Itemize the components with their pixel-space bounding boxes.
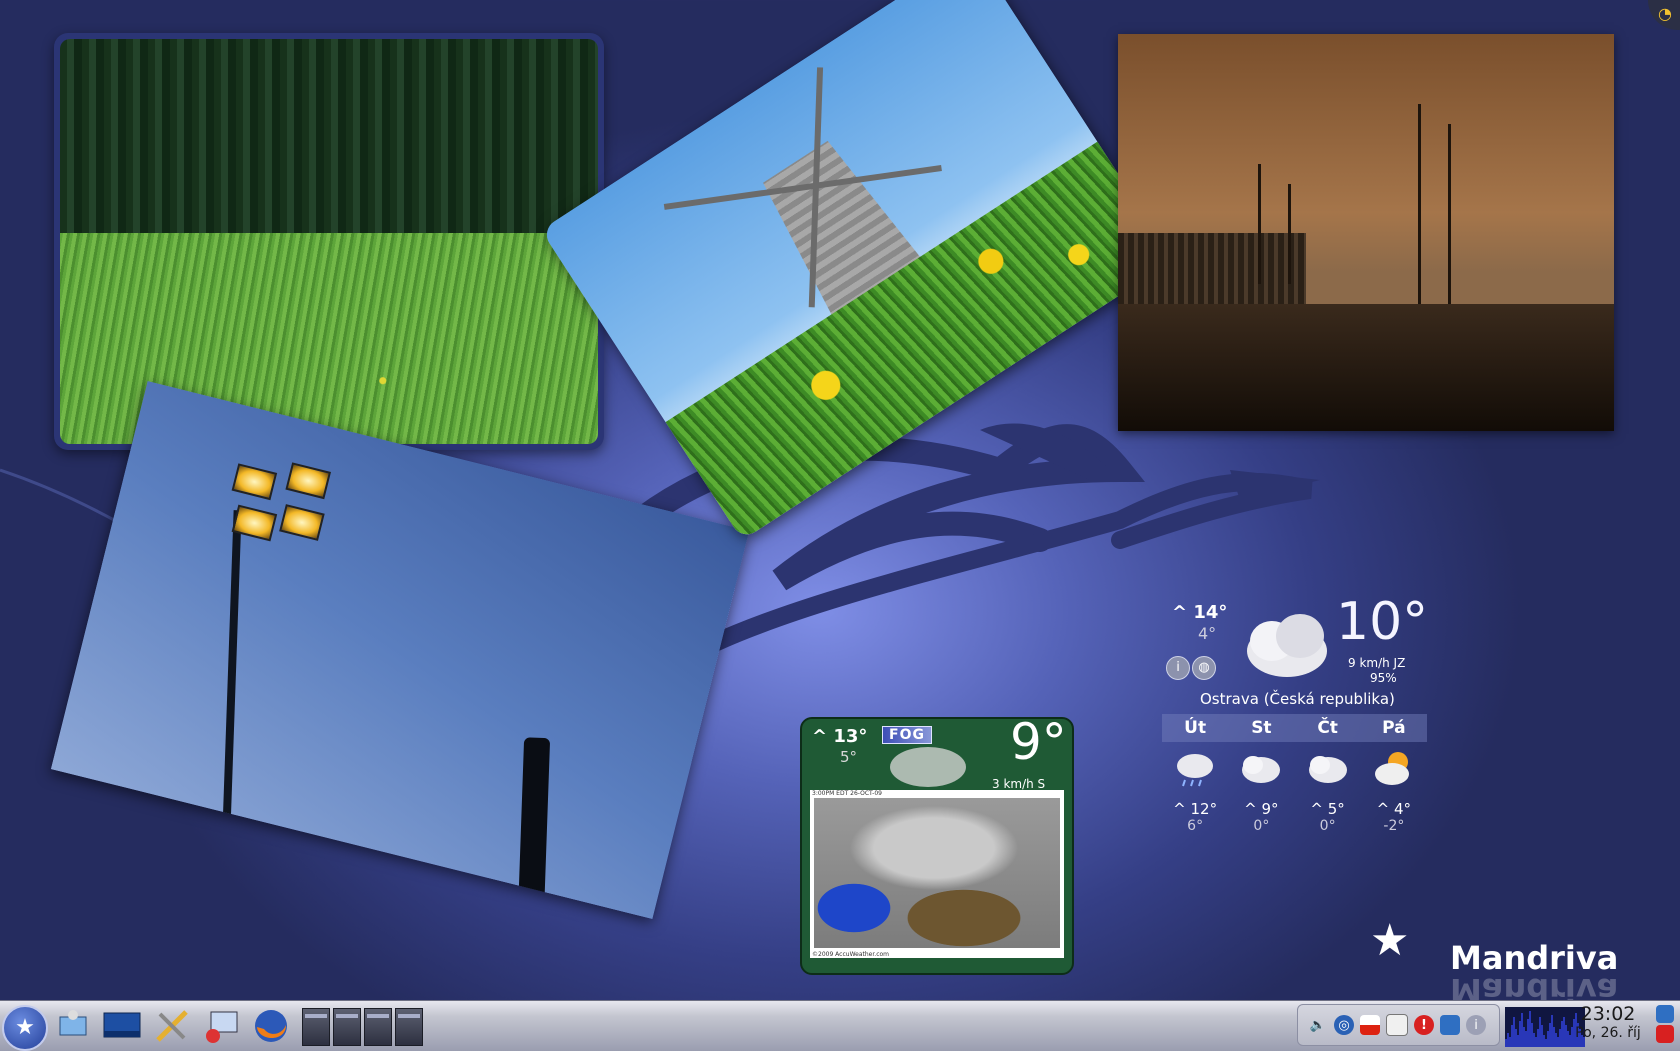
forecast-column: ^ 9° 0° xyxy=(1228,748,1294,834)
forecast-day: Čt xyxy=(1317,718,1338,738)
map-timestamp: 3:00PM EDT 26-OCT-09 xyxy=(812,790,882,797)
harbor-building xyxy=(1118,232,1307,304)
desktop-icon[interactable] xyxy=(101,1005,143,1047)
clock-date: Po, 26. říj xyxy=(1575,1025,1641,1041)
crane xyxy=(1258,164,1261,284)
forecast-low: 0° xyxy=(1319,818,1336,834)
accuweather-widget[interactable]: ^ 13° 5° FOG 9° 3 km/h S 3:00PM EDT 26-O… xyxy=(800,717,1074,975)
clipboard-icon[interactable] xyxy=(1386,1014,1408,1036)
desktop-1[interactable] xyxy=(302,1008,330,1046)
forecast-high: ^ 9° xyxy=(1244,800,1279,818)
cloud-icon xyxy=(1247,614,1327,677)
forecast-high: ^ 4° xyxy=(1376,800,1412,818)
network-monitor-icon[interactable] xyxy=(1440,1015,1460,1035)
info-icon[interactable]: i xyxy=(1166,656,1190,680)
meadow-photo-frame[interactable] xyxy=(54,33,604,450)
crane xyxy=(1288,184,1291,284)
globe-icon[interactable]: ◍ xyxy=(1192,656,1216,680)
harbor-ship-photo[interactable] xyxy=(1118,34,1614,431)
forecast-column: ^ 5° 0° xyxy=(1295,748,1361,834)
forecast-low: 5° xyxy=(840,748,858,766)
desktop-3[interactable] xyxy=(364,1008,392,1046)
sun-cloud-icon xyxy=(1374,752,1409,785)
wind-speed: 9 km/h JZ xyxy=(1348,656,1406,670)
forecast-low: -2° xyxy=(1383,818,1405,834)
satellite-map[interactable]: 3:00PM EDT 26-OCT-09 ©2009 AccuWeather.c… xyxy=(810,790,1064,958)
show-desktop-icon[interactable] xyxy=(1656,1005,1674,1023)
map-credit: ©2009 AccuWeather.com xyxy=(812,951,890,958)
control-center-icon[interactable] xyxy=(200,1005,242,1047)
forecast-day: Pá xyxy=(1382,718,1406,738)
system-tray: 🔈 ◎ ! i xyxy=(1297,1004,1500,1046)
panel-controls xyxy=(1656,1005,1676,1043)
desktop-2[interactable] xyxy=(333,1008,361,1046)
forecast-column: ^ 12° 6° xyxy=(1162,748,1228,834)
humidity: 95% xyxy=(1370,671,1397,685)
ship-mast xyxy=(1448,124,1451,314)
forecast-high: ^ 12° xyxy=(1173,800,1218,818)
forecast-row: ^ 12° 6° ^ 9° 0° ^ 5° 0° ^ 4° -2° xyxy=(1162,748,1427,834)
forecast-high: ^ 14° xyxy=(1172,602,1228,623)
forecast-low: 0° xyxy=(1253,818,1270,834)
harbor-water xyxy=(1118,303,1614,431)
forecast-day: Út xyxy=(1184,718,1207,738)
forecast-days-header: Út St Čt Pá xyxy=(1162,714,1427,742)
forecast-low: 4° xyxy=(1198,624,1217,643)
rain-cloud-icon xyxy=(1177,754,1214,787)
info-icon[interactable]: i xyxy=(1466,1015,1486,1035)
forecast-low: 6° xyxy=(1187,818,1204,834)
taskbar: ★ 🔈 ◎ ! i 23:02 Po, 26. říj xyxy=(0,1000,1680,1051)
firefox-icon[interactable] xyxy=(250,1005,292,1047)
europe-map xyxy=(814,798,1060,948)
cashew-icon: ◔ xyxy=(1658,4,1672,23)
logout-icon[interactable] xyxy=(1656,1025,1674,1043)
location-label: Ostrava (Česká republika) xyxy=(1200,690,1395,708)
current-temperature: 9° xyxy=(1010,717,1067,771)
network-icon[interactable] xyxy=(52,1005,94,1047)
tools-icon[interactable] xyxy=(151,1005,193,1047)
desktop-4[interactable] xyxy=(395,1008,423,1046)
keyboard-layout-icon[interactable] xyxy=(1360,1015,1380,1035)
fog-icon xyxy=(890,747,966,787)
kde-menu-icon[interactable]: ★ xyxy=(2,1005,48,1051)
network-globe-icon[interactable]: ◎ xyxy=(1334,1015,1354,1035)
forest-area xyxy=(60,39,598,234)
ship-mast xyxy=(1418,104,1421,314)
forecast-column: ^ 4° -2° xyxy=(1361,748,1427,834)
forecast-day: St xyxy=(1251,718,1272,738)
wind-speed: 3 km/h S xyxy=(992,777,1046,791)
current-temperature: 10° xyxy=(1336,592,1429,652)
star-icon: ★ xyxy=(1370,915,1410,966)
update-warning-icon[interactable]: ! xyxy=(1414,1015,1434,1035)
cloud-icon xyxy=(1242,756,1281,783)
forecast-high: ^ 13° xyxy=(812,726,868,747)
clock[interactable]: 23:02 Po, 26. říj xyxy=(1568,1003,1648,1041)
forecast-high: ^ 5° xyxy=(1310,800,1345,818)
weather-widget[interactable]: ^ 14° 4° 10° 9 km/h JZ 95% i ◍ Ostrava (… xyxy=(1160,592,1430,848)
meadow-photo xyxy=(60,39,598,444)
clock-time: 23:02 xyxy=(1580,1003,1636,1025)
volume-icon[interactable]: 🔈 xyxy=(1308,1015,1328,1035)
virtual-desktop-pager[interactable] xyxy=(302,1008,423,1046)
cloud-icon xyxy=(1308,756,1347,783)
